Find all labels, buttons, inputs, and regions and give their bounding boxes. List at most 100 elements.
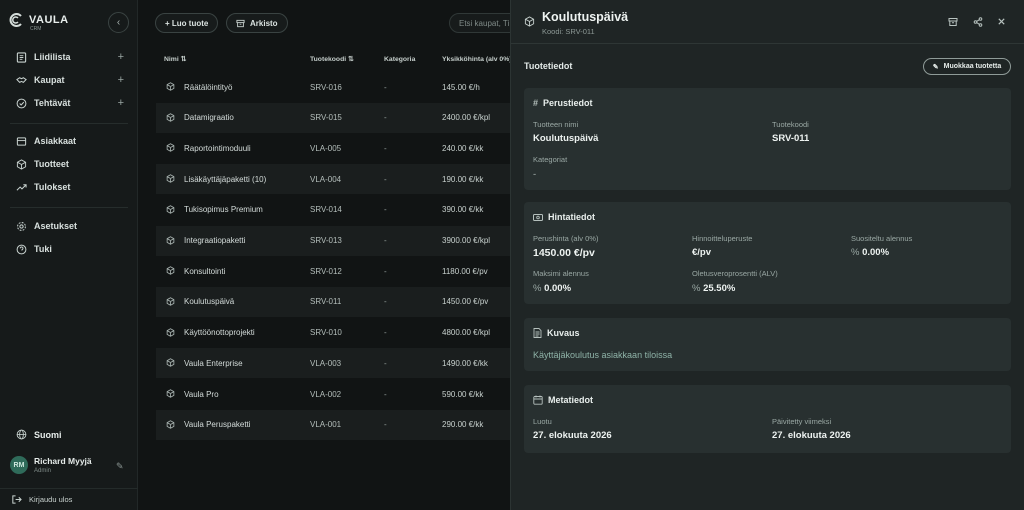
product-category-cell: - [384,82,387,92]
new-product-button[interactable]: + Luo tuote [155,13,219,33]
table-row[interactable]: Vaula Peruspaketti VLA-001 - 290.00 €/kk [156,409,516,440]
product-price-cell: 3900.00 €/kpl [442,236,491,245]
product-category-cell: - [384,420,387,430]
search-placeholder: Etsi kaupat, Ti... [459,18,516,28]
product-price-cell: 290.00 €/kk [442,420,484,430]
check-circle-icon [16,98,27,108]
product-category-cell: - [384,143,387,153]
product-name-cell: Vaula Enterprise [184,358,243,368]
vat-label: Oletusveroprosentti (ALV) [692,269,778,278]
new-product-label: + Luo tuote [165,18,209,28]
chevron-left-icon: ‹ [116,17,121,28]
column-header-name[interactable]: Nimi ⇅ [164,55,186,63]
table-row[interactable]: Konsultointi SRV-012 - 1180.00 €/pv [156,256,516,286]
max-discount-label: Maksimi alennus [533,269,589,278]
sidebar-item-tulokset[interactable]: Tulokset [16,178,128,196]
column-header-price[interactable]: Yksikköhinta (alv 0%) [442,56,512,63]
user-name: Richard Myyjä [34,456,92,466]
product-category-cell: - [384,358,387,368]
share-icon[interactable] [973,17,983,27]
column-header-category[interactable]: Kategoria [384,56,415,63]
archive-icon [236,19,245,27]
sidebar-item-tehtavat[interactable]: Tehtävät + [16,94,128,112]
user-profile[interactable]: RM Richard Myyjä Admin [10,456,92,474]
vaula-logo-icon [9,13,22,27]
product-category-cell: - [384,328,387,338]
sidebar-item-tuotteet[interactable]: Tuotteet [16,155,128,173]
pricing-basis-label: Hinnoitteluperuste [692,234,753,243]
avatar: RM [10,456,28,474]
description-card: Kuvaus Käyttäjäkoulutus asiakkaan tilois… [524,318,1011,371]
created-value: 27. elokuuta 2026 [533,430,612,441]
table-row[interactable]: Lisäkäyttäjäpaketti (10) VLA-004 - 190.00 €… [156,164,516,195]
sidebar-item-liidilista[interactable]: Liidilista + [16,48,128,66]
cube-icon [166,112,175,122]
logout-button[interactable]: Kirjaudu ulos [0,488,138,510]
table-row[interactable]: Tukisopimus Premium SRV-014 - 390.00 €/kk [156,195,516,225]
product-code-cell: VLA-004 [310,174,342,184]
add-deal-plus-icon[interactable]: + [118,74,124,86]
cube-icon [166,205,175,214]
sidebar-item-label: Tulokset [34,182,71,192]
basic-info-card: # Perustiedot Tuotteen nimi Koulutuspäiv… [524,88,1011,190]
language-label: Suomi [34,429,62,440]
sidebar-item-tuki[interactable]: Tuki [16,240,128,258]
product-detail-panel: Koulutuspäivä Koodi: SRV-011 Tuotetiedot… [510,0,1024,510]
cube-icon [166,297,175,306]
sidebar: VAULA CRM ‹ Liidilista + Kaupat + Tehtäv… [0,0,138,510]
product-code-cell: SRV-011 [310,297,342,307]
edit-profile-icon[interactable]: ✎ [116,461,124,472]
logo[interactable]: VAULA CRM [8,12,69,32]
add-task-plus-icon[interactable]: + [118,97,124,109]
product-name-cell: Vaula Peruspaketti [184,420,251,430]
sidebar-item-label: Kaupat [34,75,65,85]
add-lead-plus-icon[interactable]: + [118,51,124,63]
table-row[interactable]: Vaula Enterprise VLA-003 - 1490.00 €/kk [156,348,516,379]
column-header-code[interactable]: Tuotekoodi ⇅ [310,55,354,63]
sidebar-item-asetukset[interactable]: Asetukset [16,217,128,235]
product-code-cell: VLA-003 [310,358,342,368]
card-title: Metatiedot [533,395,593,405]
vat-value: % 25.50% [692,283,736,294]
archive-icon[interactable] [948,17,958,27]
table-row[interactable]: Datamigraatio SRV-015 - 2400.00 €/kpl [156,102,516,133]
cube-icon [166,389,175,398]
product-name-label: Tuotteen nimi [533,120,579,129]
product-price-cell: 240.00 €/kk [442,143,484,153]
language-selector[interactable]: Suomi [16,429,62,440]
percent-icon: % [692,283,701,294]
product-price-cell: 390.00 €/kk [442,205,484,215]
cube-icon [166,266,175,275]
close-icon[interactable] [997,17,1006,26]
archive-button[interactable]: Arkisto [226,13,288,33]
product-name-cell: Koulutuspäivä [184,297,235,307]
product-code-cell: VLA-005 [310,143,342,153]
product-price-cell: 590.00 €/kk [442,389,484,399]
product-name-cell: Tukisopimus Premium [184,205,263,215]
table-row[interactable]: Vaula Pro VLA-002 - 590.00 €/kk [156,379,516,409]
sidebar-item-asiakkaat[interactable]: Asiakkaat [16,132,128,150]
table-row[interactable]: Käyttöönottoprojekti SRV-010 - 4800.00 €/kp… [156,318,516,348]
product-price-cell: 4800.00 €/kpl [442,328,491,338]
collapse-sidebar-button[interactable]: ‹ [108,12,129,33]
product-name-cell: Käyttöönottoprojekti [184,328,255,338]
product-code-cell: VLA-001 [310,420,342,430]
base-price-value: 1450.00 €/pv [533,247,595,259]
sidebar-item-kaupat[interactable]: Kaupat + [16,71,128,89]
table-row[interactable]: Koulutuspäivä SRV-011 - 1450.00 €/pv [156,286,516,317]
table-row[interactable]: Raportointimoduuli VLA-005 - 240.00 €/kk [156,133,516,163]
sidebar-item-label: Tehtävät [34,98,71,108]
percent-icon: % [851,247,860,258]
cube-icon [166,235,175,245]
product-name-cell: Raportointimoduuli [184,143,251,153]
table-row[interactable]: Integraatiopaketti SRV-013 - 3900.00 €/kpl [156,225,516,256]
card-title: Kuvaus [533,328,580,338]
recommended-discount-label: Suositeltu alennus [851,234,913,243]
product-price-cell: 1450.00 €/pv [442,297,489,307]
table-row[interactable]: Räätälöintityö SRV-016 - 145.00 €/h [156,72,516,102]
edit-product-button[interactable]: ✎ Muokkaa tuotetta [923,58,1011,75]
card-title: # Perustiedot [533,98,593,108]
category-label: Kategoriat [533,155,568,164]
product-price-cell: 1490.00 €/kk [442,358,488,368]
product-price-cell: 145.00 €/h [442,82,480,92]
